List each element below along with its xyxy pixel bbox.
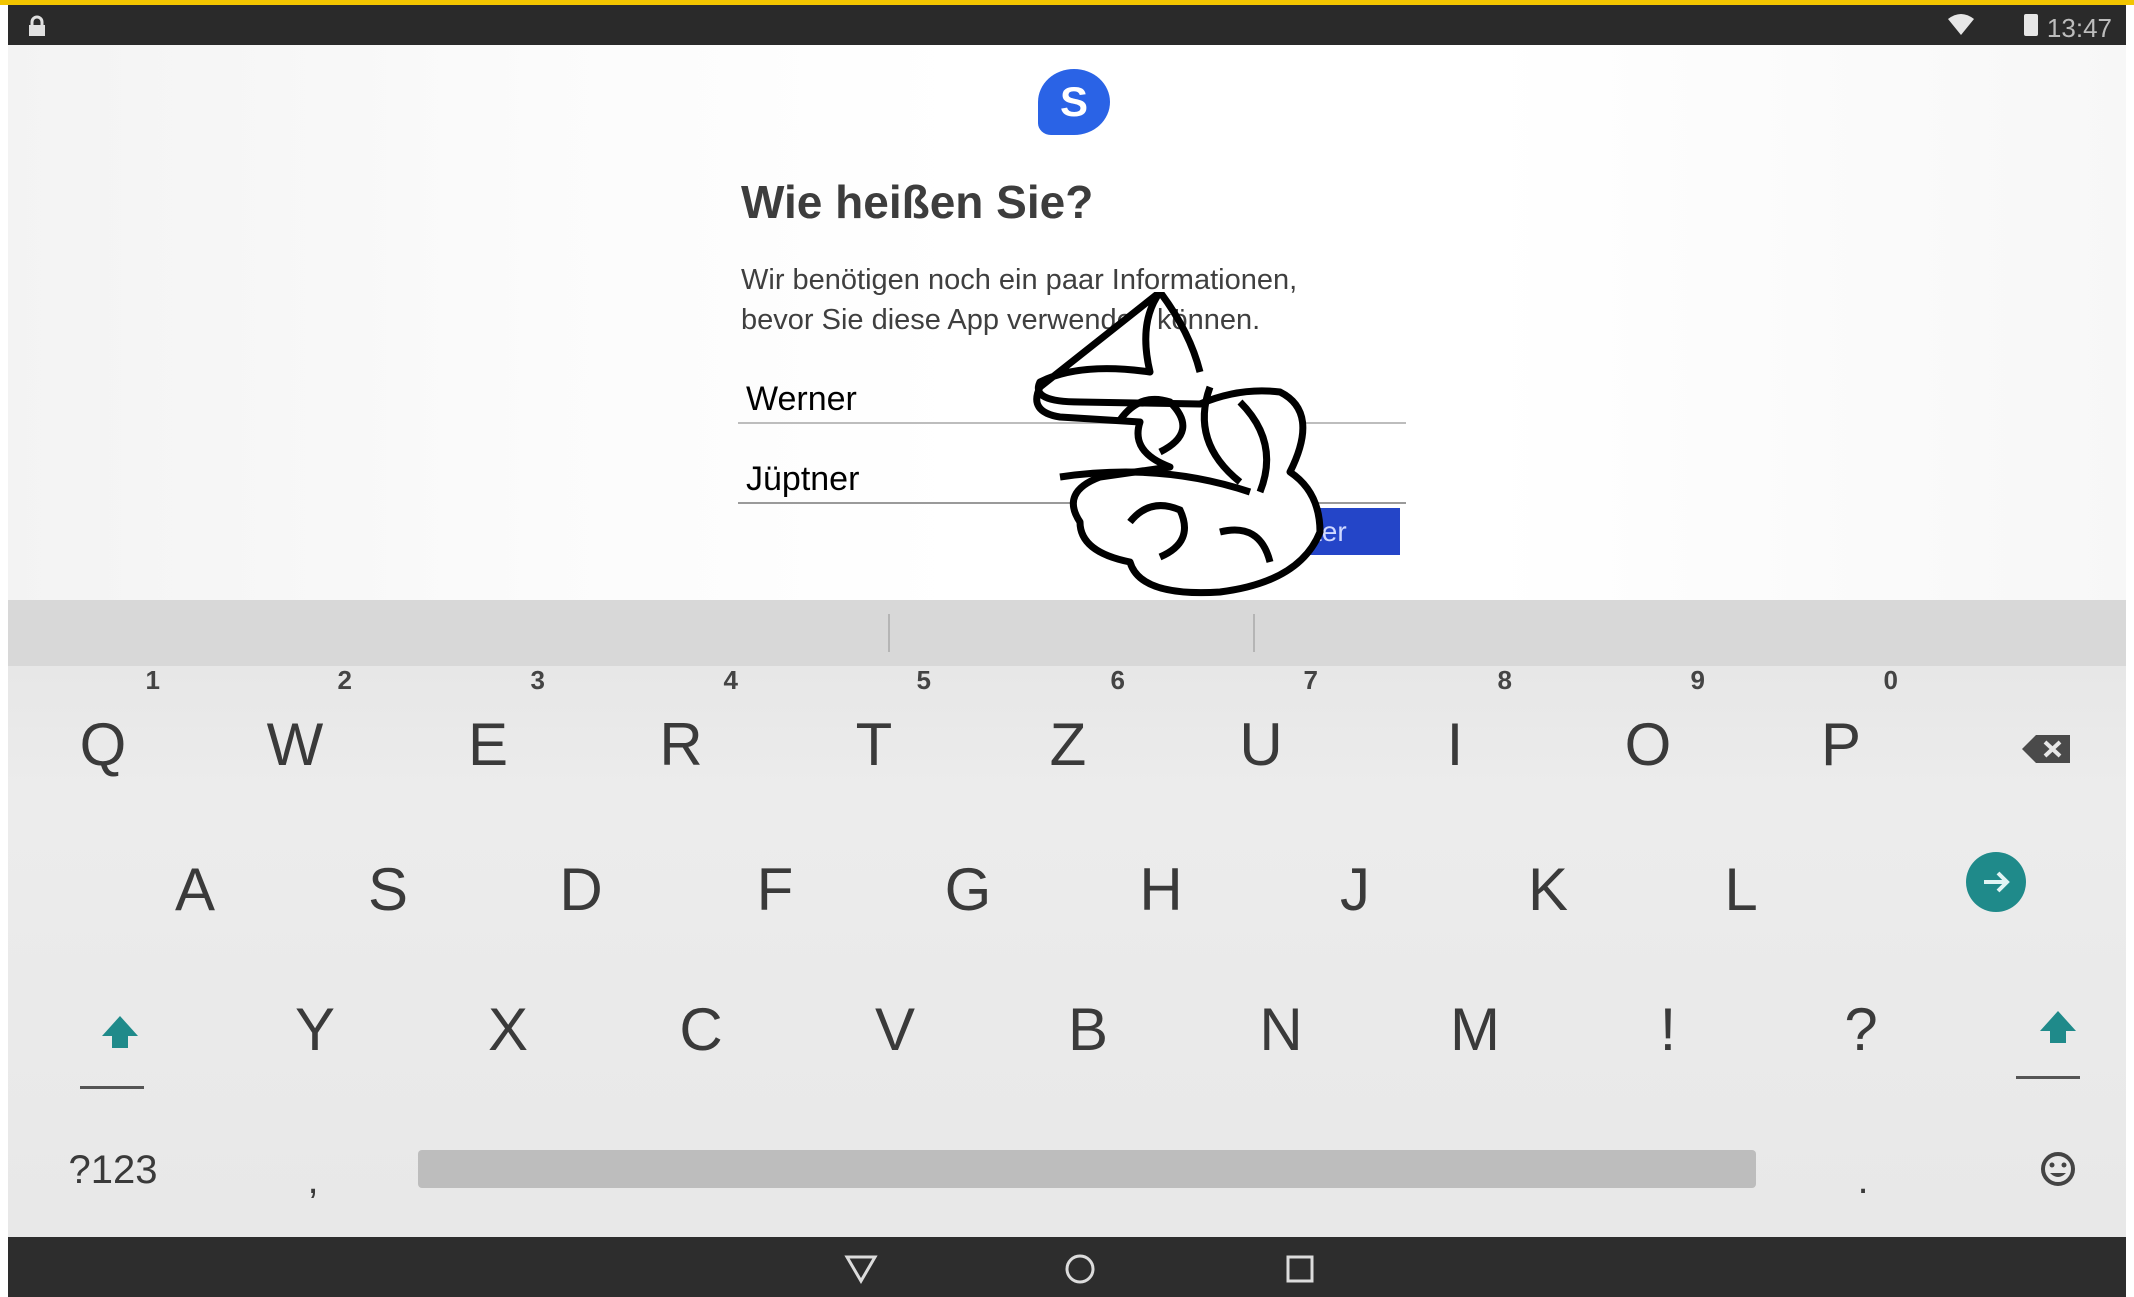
shift-underline	[2016, 1076, 2080, 1079]
key-f[interactable]: F	[710, 840, 840, 940]
key-v[interactable]: V	[830, 980, 960, 1080]
key-r[interactable]: R4	[616, 665, 746, 795]
key-label: R	[659, 711, 703, 778]
key-z[interactable]: Z6	[1003, 665, 1133, 795]
home-icon	[1065, 1254, 1095, 1284]
recents-button[interactable]	[1280, 1249, 1320, 1289]
key-hint: 8	[1497, 665, 1512, 695]
key-o[interactable]: O9	[1583, 665, 1713, 795]
key-m[interactable]: M	[1410, 980, 1540, 1080]
key-l[interactable]: L	[1676, 840, 1806, 940]
key-hint: 3	[530, 665, 545, 695]
key-hint: 0	[1883, 665, 1898, 695]
key-s[interactable]: S	[323, 840, 453, 940]
key-n[interactable]: N	[1216, 980, 1346, 1080]
key-w[interactable]: W2	[230, 665, 360, 795]
key-q[interactable]: Q1	[38, 665, 168, 795]
device-screen: 13:47 S Wie heißen Sie? Wir benötigen no…	[0, 0, 2134, 1297]
key-c[interactable]: C	[636, 980, 766, 1080]
recents-icon	[1286, 1255, 1314, 1283]
back-icon	[844, 1255, 878, 1284]
home-button[interactable]	[1060, 1249, 1100, 1289]
key-hint: 2	[337, 665, 352, 695]
key-label: P	[1820, 711, 1862, 778]
key-b[interactable]: B	[1023, 980, 1153, 1080]
key-label: Z	[1049, 711, 1087, 778]
key-t[interactable]: T5	[809, 665, 939, 795]
key-label: I	[1446, 711, 1464, 778]
comma-key[interactable]: ,	[248, 1130, 378, 1230]
backspace-icon	[2022, 734, 2070, 763]
emoji-icon	[2041, 1151, 2075, 1186]
key-label: E	[467, 711, 509, 778]
symbols-key[interactable]: ?123	[48, 1120, 178, 1220]
suggestion-strip[interactable]	[8, 600, 2126, 666]
emoji-key[interactable]	[2018, 1130, 2098, 1210]
key-hint: 4	[723, 665, 738, 695]
key-hint: 9	[1690, 665, 1705, 695]
spacebar[interactable]	[418, 1150, 1756, 1188]
key-i[interactable]: I8	[1390, 665, 1520, 795]
status-clock: 13:47	[2046, 13, 2112, 43]
key-e[interactable]: E3	[423, 665, 553, 795]
suggestion-divider	[1253, 614, 1255, 652]
shift-right-key[interactable]	[2018, 990, 2098, 1070]
key-y[interactable]: Y	[250, 980, 380, 1080]
key-hint: 5	[916, 665, 931, 695]
shift-underline	[80, 1086, 144, 1089]
status-bar: 13:47	[8, 5, 2126, 45]
key-a[interactable]: A	[130, 840, 260, 940]
lock-icon	[29, 15, 45, 36]
key-g[interactable]: G	[903, 840, 1033, 940]
key-label: Q	[79, 711, 127, 778]
key-p[interactable]: P0	[1776, 665, 1906, 795]
key-d[interactable]: D	[516, 840, 646, 940]
key-j[interactable]: J	[1290, 840, 1420, 940]
key-hint: 6	[1110, 665, 1125, 695]
key-hint: 1	[145, 665, 160, 695]
key-question[interactable]: ?	[1796, 980, 1926, 1080]
navigation-bar	[8, 1237, 2126, 1297]
key-hint: 7	[1303, 665, 1318, 695]
suggestion-divider	[888, 614, 890, 652]
key-h[interactable]: H	[1096, 840, 1226, 940]
back-button[interactable]	[841, 1249, 881, 1289]
key-label: U	[1239, 711, 1283, 778]
battery-icon	[2024, 14, 2038, 36]
key-label: W	[266, 711, 324, 778]
app-logo: S	[1038, 69, 1110, 135]
page-title: Wie heißen Sie?	[741, 176, 1094, 228]
shift-icon	[102, 1015, 138, 1048]
key-u[interactable]: U7	[1196, 665, 1326, 795]
shift-icon	[2040, 1010, 2076, 1043]
redaction-scribble	[1033, 292, 1324, 597]
backspace-key[interactable]	[2008, 710, 2088, 790]
key-exclamation[interactable]: !	[1603, 980, 1733, 1080]
on-screen-keyboard: Q1 W2 E3 R4 T5 Z6 U7 I8 O9 P0 A S D F G …	[8, 600, 2126, 1237]
shift-left-key[interactable]	[80, 995, 160, 1075]
key-label: T	[855, 711, 893, 778]
key-x[interactable]: X	[443, 980, 573, 1080]
period-key[interactable]: .	[1798, 1130, 1928, 1230]
key-k[interactable]: K	[1483, 840, 1613, 940]
key-label: O	[1624, 711, 1672, 778]
wifi-icon	[1948, 14, 1974, 35]
enter-key[interactable]	[1966, 852, 2026, 912]
enter-arrow-icon	[1984, 871, 2010, 893]
